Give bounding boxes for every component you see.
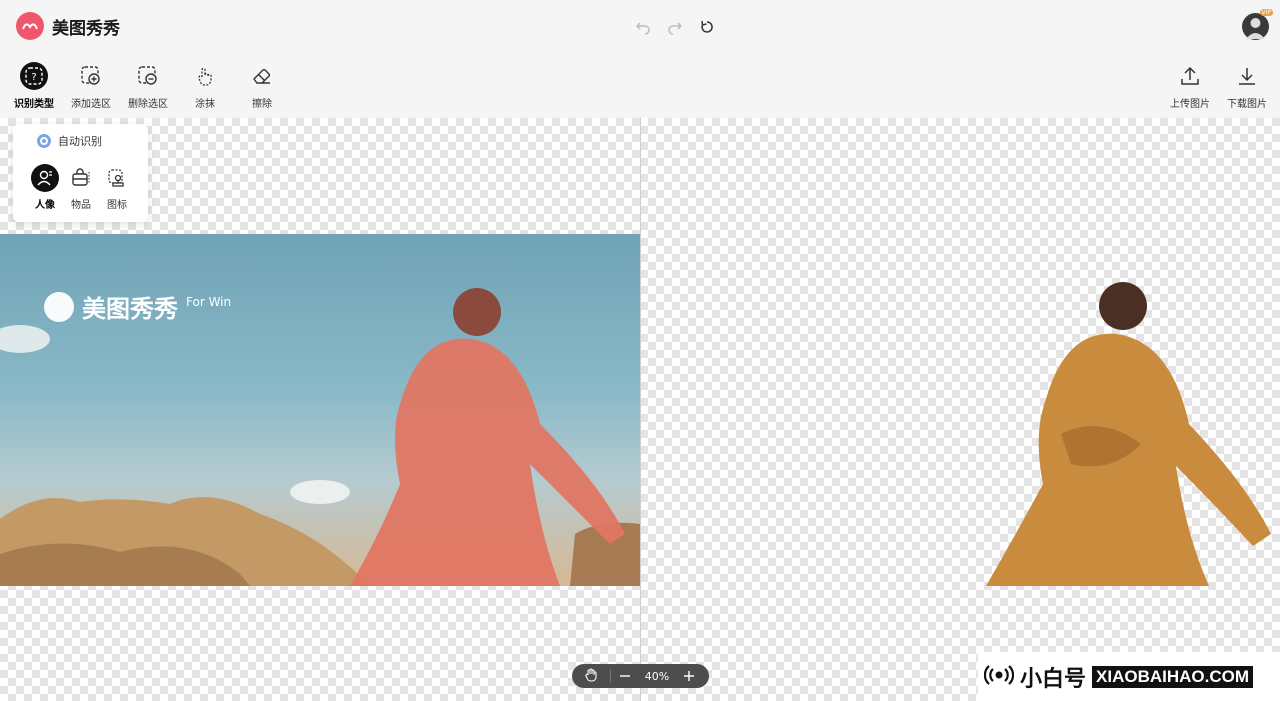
broadcast-icon [983,663,1015,691]
tool-bar: ? 识别类型 添加选区 删除选区 涂抹 擦除 上传图片 下载图片 [0,52,1280,119]
download-image-button[interactable]: 下载图片 [1219,62,1275,110]
zoom-out-button[interactable] [611,664,639,688]
zoom-level: 40% [644,669,670,683]
top-bar: 美图秀秀 VIP [0,0,1280,52]
type-object[interactable]: 物品 [63,164,99,211]
redo-icon[interactable] [664,16,686,38]
type-portrait[interactable]: 人像 [27,164,63,211]
zoom-in-button[interactable] [675,664,703,688]
hand-tool-button[interactable] [572,664,610,688]
user-avatar[interactable]: VIP [1242,9,1273,40]
hand-icon [584,667,598,686]
stamp-icon [103,164,131,192]
vip-badge: VIP [1259,9,1273,16]
minus-icon [619,667,631,686]
eraser-icon [248,62,276,90]
upload-image-button[interactable]: 上传图片 [1162,62,1218,110]
undo-icon[interactable] [632,16,654,38]
tool-recognition-type[interactable]: ? 识别类型 [6,62,62,110]
add-selection-icon [77,62,105,90]
cutout-result-image [641,234,1280,586]
svg-text:?: ? [31,72,36,83]
promo-banner: 美图秀秀 For Win [44,289,231,324]
reset-icon[interactable] [696,16,718,38]
tool-add-selection[interactable]: 添加选区 [63,62,119,110]
app-title: 美图秀秀 [52,18,120,39]
tool-remove-selection[interactable]: 删除选区 [120,62,176,110]
object-icon [67,164,95,192]
meitu-logo-icon [44,291,74,322]
app-logo: 美图秀秀 [16,12,120,40]
recognition-type-popup: 自动识别 人像 物品 图标 [13,124,148,222]
site-watermark: 小白号 XIAOBAIHAO.COM [978,652,1280,701]
auto-recognize-option[interactable]: 自动识别 [37,133,102,149]
plus-icon [683,667,695,686]
question-icon: ? [20,62,48,90]
remove-selection-icon [134,62,162,90]
original-image: 美图秀秀 For Win [0,234,640,586]
upload-icon [1176,62,1204,90]
portrait-icon [31,164,59,192]
tool-eraser[interactable]: 擦除 [234,62,290,110]
smear-icon [191,62,219,90]
radio-button[interactable] [37,134,51,148]
type-icon[interactable]: 图标 [99,164,135,211]
zoom-bar: 40% [572,664,709,688]
download-icon [1233,62,1261,90]
tool-smear[interactable]: 涂抹 [177,62,233,110]
meitu-logo-icon [16,12,44,40]
history-controls [632,16,718,38]
